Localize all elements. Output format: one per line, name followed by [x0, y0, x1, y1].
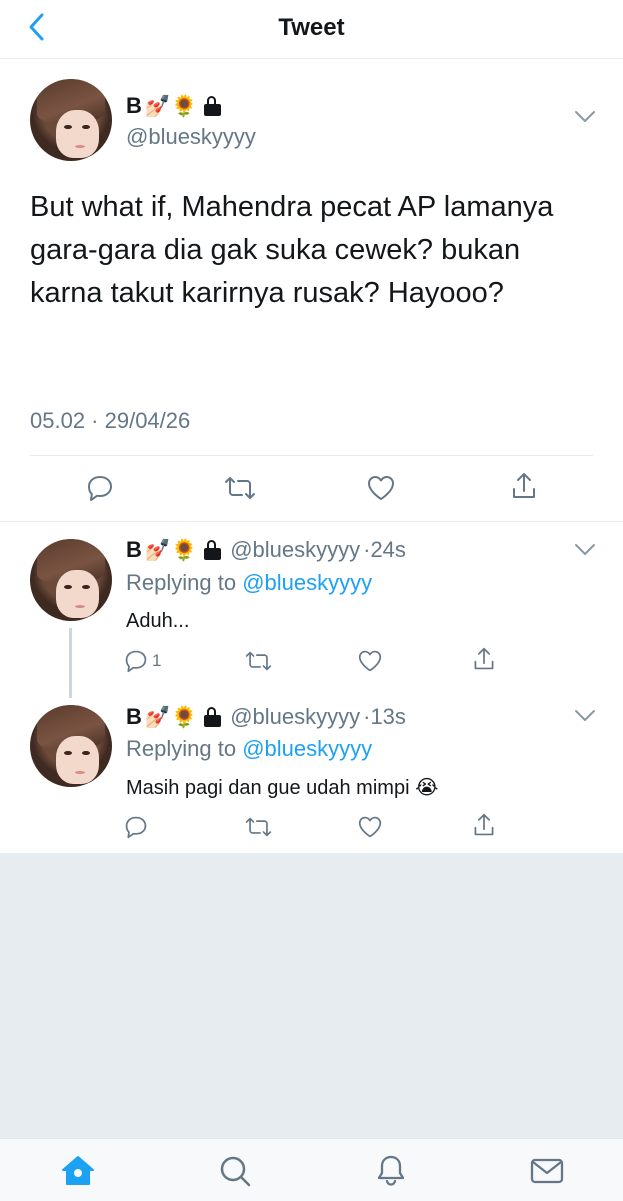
like-button[interactable] — [361, 470, 401, 506]
replying-to-link[interactable]: @blueskyyyy — [242, 570, 372, 595]
lock-icon — [204, 540, 222, 560]
replying-to: Replying to @blueskyyyy — [126, 736, 372, 762]
retweet-icon — [245, 651, 271, 671]
thread-connector — [69, 628, 72, 698]
chevron-down-icon — [575, 544, 595, 555]
tab-search[interactable] — [210, 1146, 260, 1196]
share-icon — [513, 473, 535, 498]
display-name: B — [126, 93, 142, 118]
share-icon — [474, 813, 494, 836]
author-name[interactable]: B 💅🏻🌻 — [126, 93, 222, 119]
chevron-down-icon — [575, 111, 595, 122]
name-emojis: 💅🏻🌻 — [144, 704, 198, 729]
share-button[interactable] — [504, 468, 544, 504]
search-icon — [220, 1156, 251, 1187]
lock-icon — [204, 707, 222, 727]
messages-icon — [530, 1158, 564, 1184]
reply-menu-button[interactable] — [574, 709, 596, 728]
retweet-icon — [225, 477, 255, 499]
empty-area — [0, 853, 623, 1138]
chevron-down-icon — [575, 710, 595, 721]
name-emojis: 💅🏻🌻 — [144, 93, 198, 118]
avatar[interactable] — [30, 539, 112, 621]
replying-label: Replying to — [126, 570, 243, 595]
author-handle[interactable]: @blueskyyyy — [126, 124, 256, 150]
tab-home[interactable] — [53, 1146, 103, 1196]
like-button[interactable] — [352, 645, 388, 677]
reply-age: ·13s — [363, 704, 406, 729]
avatar[interactable] — [30, 79, 112, 161]
heart-icon — [358, 816, 382, 838]
home-icon — [62, 1156, 94, 1185]
share-button[interactable] — [466, 643, 502, 675]
reply-icon — [125, 816, 147, 839]
tweet-menu-button[interactable] — [574, 110, 596, 129]
display-name: B — [126, 704, 142, 729]
heart-icon — [358, 650, 382, 672]
reply-button[interactable]: 1 — [124, 645, 184, 677]
name-emojis: 💅🏻🌻 — [144, 537, 198, 562]
retweet-button[interactable] — [240, 811, 276, 843]
reply-header[interactable]: B 💅🏻🌻 @blueskyyyy ·24s — [126, 537, 406, 563]
avatar[interactable] — [30, 705, 112, 787]
reply-button[interactable] — [124, 811, 160, 843]
reply-icon — [88, 476, 112, 501]
divider — [0, 521, 623, 522]
share-icon — [474, 647, 494, 670]
reply-icon — [125, 650, 147, 673]
tab-messages[interactable] — [522, 1146, 572, 1196]
reply-age: ·24s — [363, 537, 406, 562]
retweet-icon — [245, 817, 271, 837]
replying-label: Replying to — [126, 736, 243, 761]
replying-to-link[interactable]: @blueskyyyy — [242, 736, 372, 761]
tweet-timestamp[interactable]: 05.02 · 29/04/26 — [30, 408, 190, 434]
reply-menu-button[interactable] — [574, 543, 596, 562]
like-button[interactable] — [352, 811, 388, 843]
tab-notifications[interactable] — [366, 1146, 416, 1196]
retweet-button[interactable] — [240, 645, 276, 677]
divider — [30, 455, 593, 456]
reply-count: 1 — [152, 651, 162, 670]
share-button[interactable] — [466, 809, 502, 841]
reply-text: Masih pagi dan gue udah mimpi 😭 — [126, 777, 439, 799]
tweet-text: But what if, Mahendra pecat AP lamanya g… — [30, 191, 554, 309]
retweet-button[interactable] — [220, 470, 260, 506]
lock-icon — [204, 96, 222, 116]
page-title: Tweet — [278, 14, 345, 41]
reply-text: Aduh... — [126, 610, 190, 632]
heart-icon — [368, 476, 394, 500]
reply-handle: @blueskyyyy — [230, 537, 361, 562]
notifications-icon — [377, 1155, 405, 1186]
display-name: B — [126, 537, 142, 562]
reply-handle: @blueskyyyy — [230, 704, 361, 729]
reply-button[interactable] — [80, 470, 120, 506]
replying-to: Replying to @blueskyyyy — [126, 570, 372, 596]
reply-header[interactable]: B 💅🏻🌻 @blueskyyyy ·13s — [126, 704, 406, 730]
